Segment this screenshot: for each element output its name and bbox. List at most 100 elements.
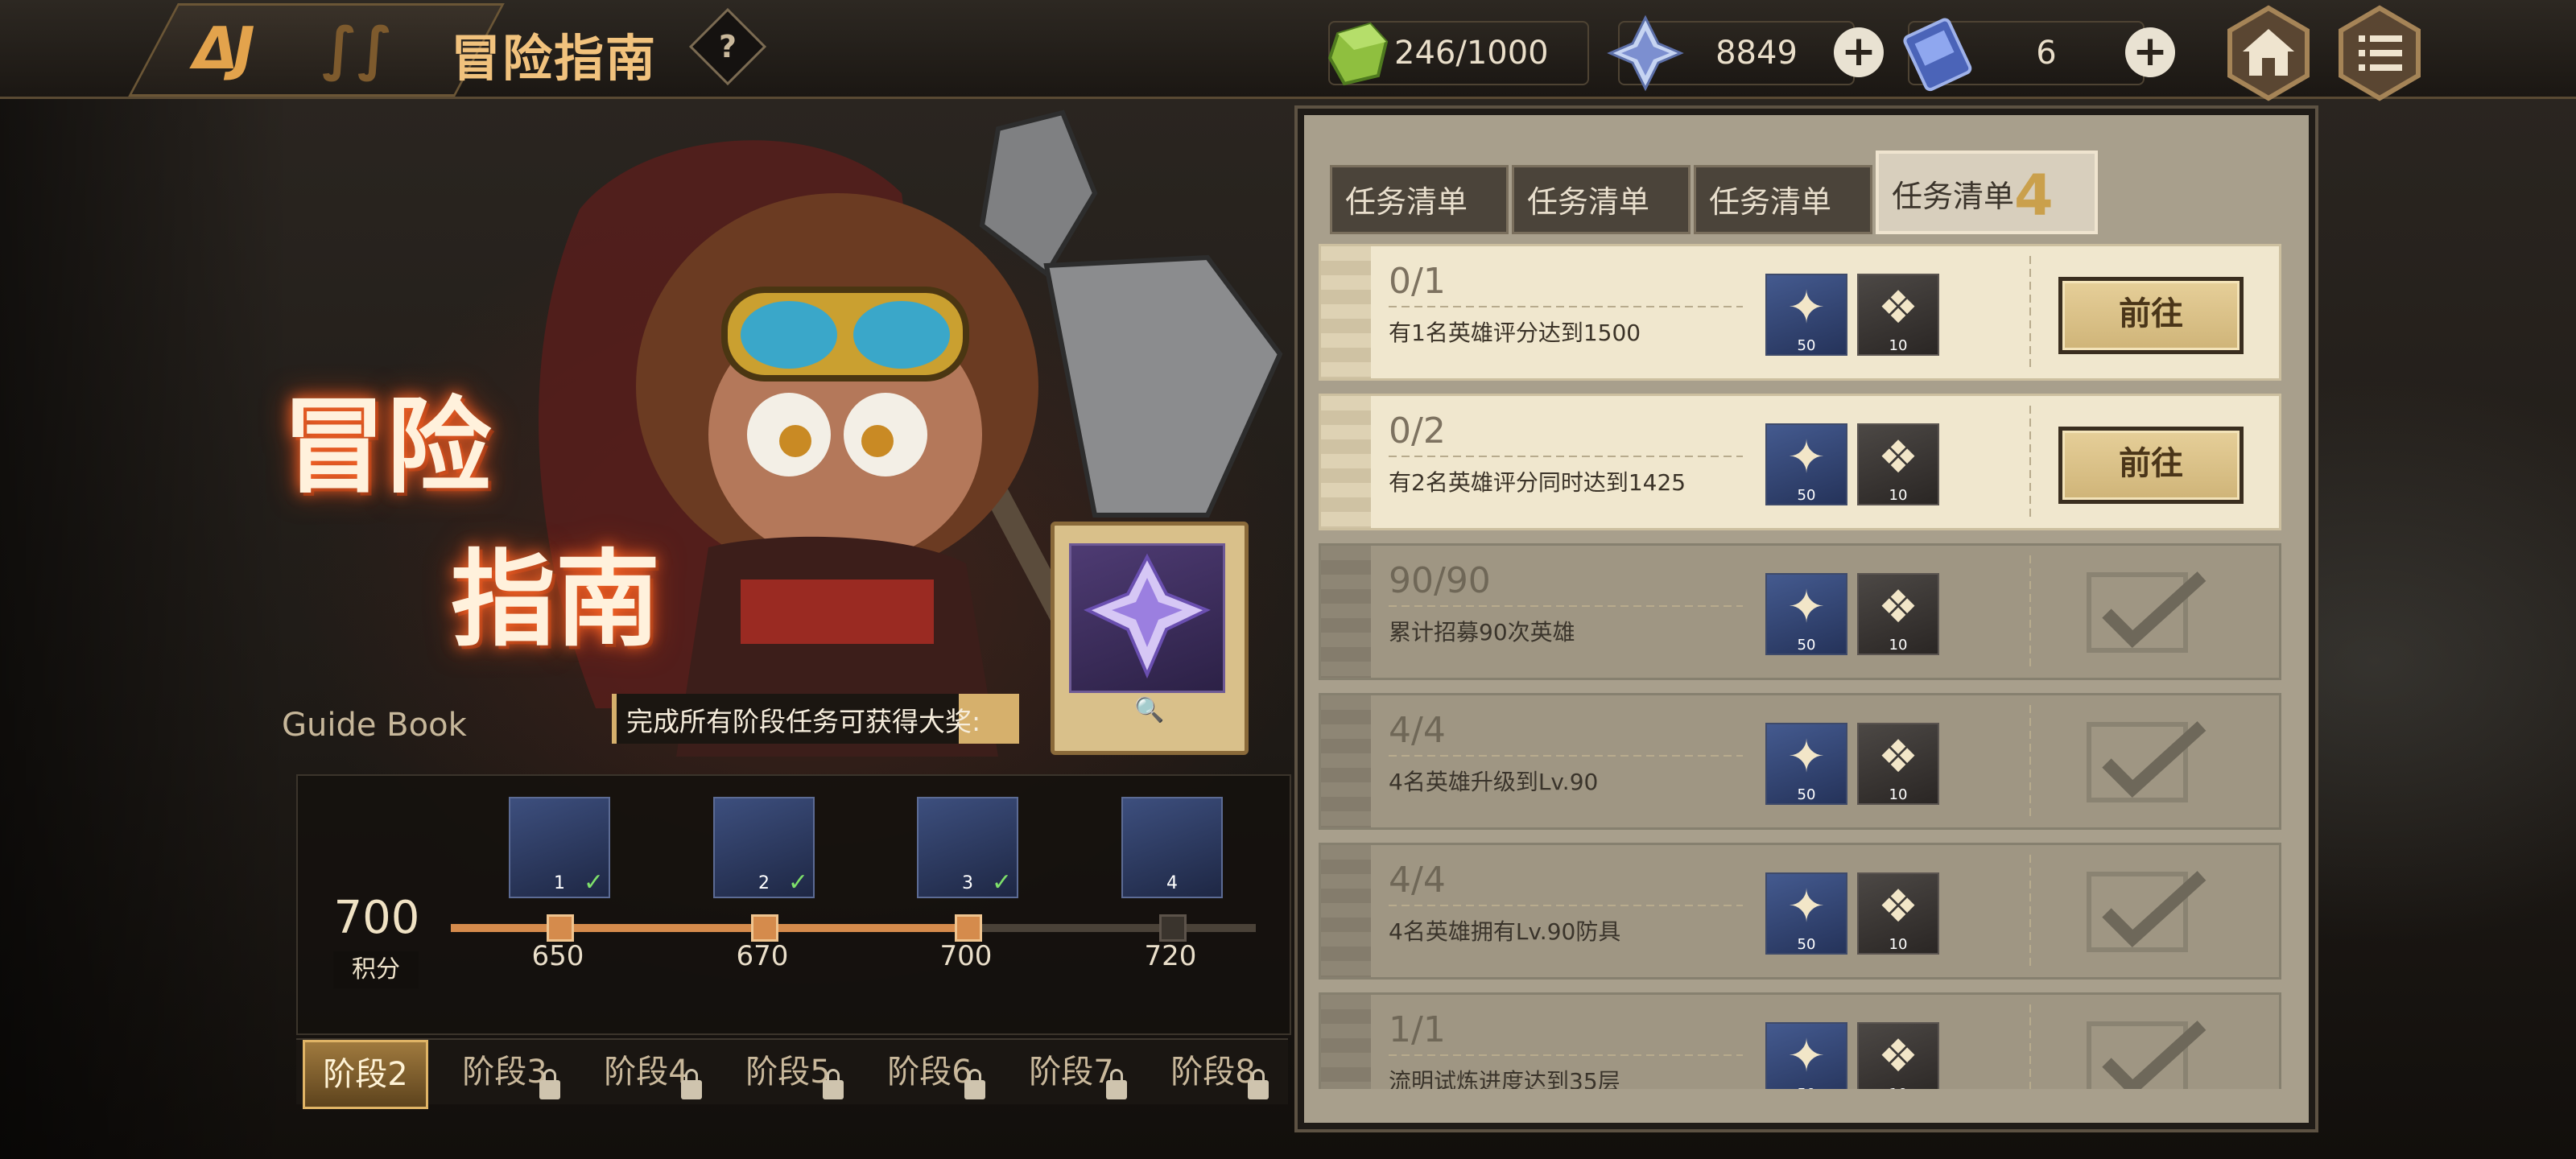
task-vertical-divider <box>2029 1004 2031 1089</box>
gift-reward[interactable]: ❖ 10 <box>1857 573 1939 655</box>
task-divider <box>1389 1054 1743 1056</box>
completed-check-icon <box>2087 1021 2207 1089</box>
stage-tab-6[interactable]: 阶段6 <box>869 1040 990 1104</box>
task-vertical-divider <box>2029 855 2031 967</box>
gift-reward[interactable]: ❖ 10 <box>1857 723 1939 805</box>
crystal-value: 8849 <box>1715 35 1798 72</box>
energy-cube-icon <box>1327 22 1389 86</box>
stage-tab-label: 阶段6 <box>887 1054 972 1091</box>
task-row: 1/1 流明试炼进度达到35层 ✦ 50 ❖ 10 <box>1319 992 2281 1089</box>
home-button[interactable] <box>2220 5 2317 101</box>
milestone-marker-2 <box>746 911 778 943</box>
crystal-reward[interactable]: ✦ 50 <box>1765 1022 1847 1089</box>
game-logo-emblem-icon: ∫∫ <box>322 14 393 82</box>
score-label: 积分 <box>333 951 419 988</box>
task-description: 4名英雄拥有Lv.90防具 <box>1389 918 1621 945</box>
gift-reward[interactable]: ❖ 10 <box>1857 423 1939 505</box>
task-row-stripe <box>1321 396 1371 528</box>
task-progress: 4/4 <box>1389 860 1446 901</box>
claimed-check-icon: ✓ <box>991 868 1012 897</box>
reward-quantity: 50 <box>1797 487 1816 504</box>
reward-quantity: 50 <box>1767 1086 1846 1089</box>
milestone-value-4: 720 <box>1144 940 1197 972</box>
reward-quantity: 10 <box>1889 637 1908 654</box>
reward-quantity: 50 <box>1797 936 1816 953</box>
menu-icon <box>2339 5 2421 101</box>
crystal-icon: ✦ <box>1787 731 1826 783</box>
milestone-knob <box>751 914 778 942</box>
ticket-icon <box>1903 18 1972 92</box>
page-title: 冒险指南 <box>451 29 658 88</box>
energy-resource: 246/1000 <box>1327 21 1589 86</box>
task-divider <box>1389 755 1743 757</box>
task-row-stripe <box>1321 845 1371 977</box>
task-tab-num: 4 <box>2014 163 2054 229</box>
task-row-stripe <box>1321 995 1371 1089</box>
crystal-reward[interactable]: ✦ 50 <box>1765 274 1847 356</box>
task-tab-1[interactable]: 任务清单1 <box>1330 165 1509 304</box>
goto-button[interactable]: 前往 <box>2058 427 2244 504</box>
completed-check-icon <box>2087 721 2207 802</box>
crystal-reward[interactable]: ✦ 50 <box>1765 723 1847 805</box>
score-value: 700 <box>333 892 420 944</box>
crystal-reward[interactable]: ✦ 50 <box>1765 573 1847 655</box>
task-vertical-divider <box>2029 555 2031 668</box>
lock-icon <box>539 1069 560 1099</box>
gift-reward[interactable]: ❖ 10 <box>1857 872 1939 955</box>
menu-button[interactable] <box>2331 5 2428 101</box>
purple-crystal-icon <box>1084 553 1211 679</box>
task-tab-2[interactable]: 任务清单2 <box>1512 165 1690 304</box>
task-tab-3[interactable]: 任务清单3 <box>1694 165 1872 304</box>
gift-reward[interactable]: ❖ 10 <box>1857 274 1939 356</box>
task-vertical-divider <box>2029 705 2031 818</box>
lock-icon <box>681 1069 702 1099</box>
reward-quantity: 10 <box>1889 936 1908 953</box>
crystal-reward[interactable]: ✦ 50 <box>1765 872 1847 955</box>
milestone-marker-1 <box>542 911 574 943</box>
stage-tab-8[interactable]: 阶段8 <box>1153 1040 1274 1104</box>
milestone-num: 4 <box>1166 873 1178 893</box>
milestone-marker-4 <box>1154 911 1187 943</box>
milestone-reward-1[interactable]: 1 ✓ <box>509 797 610 898</box>
milestone-value-1: 650 <box>531 940 584 972</box>
lock-icon <box>1248 1069 1269 1099</box>
task-divider <box>1389 905 1743 906</box>
goto-button[interactable]: 前往 <box>2058 277 2244 354</box>
stage-tab-2[interactable]: 阶段2 <box>303 1040 428 1109</box>
help-button[interactable]: ? <box>688 7 767 86</box>
ticket-plus-button[interactable]: + <box>2125 27 2175 77</box>
task-vertical-divider <box>2029 256 2031 369</box>
task-description: 有2名英雄评分同时达到1425 <box>1389 469 1686 496</box>
stage-tab-4[interactable]: 阶段4 <box>586 1040 707 1104</box>
stage-tab-3[interactable]: 阶段3 <box>444 1040 565 1104</box>
crystal-reward[interactable]: ✦ 50 <box>1765 423 1847 505</box>
crystal-plus-button[interactable]: + <box>1834 27 1884 77</box>
task-row: 90/90 累计招募90次英雄 ✦ 50 ❖ 10 <box>1319 543 2281 680</box>
task-tab-label: 任务清单 <box>1892 179 2015 214</box>
task-tab-label: 任务清单 <box>1345 184 1468 220</box>
claimed-check-icon: ✓ <box>787 868 808 897</box>
grand-prize-card[interactable]: 🔍 <box>1051 522 1249 755</box>
hero-title-line1: 冒险 <box>282 386 492 508</box>
energy-value: 246/1000 <box>1394 35 1549 72</box>
task-vertical-divider <box>2029 406 2031 518</box>
lock-icon <box>823 1069 844 1099</box>
reward-quantity: 10 <box>1889 337 1908 354</box>
milestone-reward-4[interactable]: 4 <box>1121 797 1223 898</box>
grand-prize-text: 完成所有阶段任务可获得大奖: <box>626 706 981 737</box>
stage-tab-7[interactable]: 阶段7 <box>1011 1040 1132 1104</box>
task-row-stripe <box>1321 546 1371 678</box>
reward-quantity: 10 <box>1889 487 1908 504</box>
task-tab-4[interactable]: 任务清单4 <box>1876 151 2098 234</box>
milestone-reward-2[interactable]: 2 ✓ <box>713 797 815 898</box>
milestone-value-3: 700 <box>939 940 993 972</box>
crystal-icon: ✦ <box>1787 881 1826 933</box>
progress-fill <box>451 924 971 932</box>
milestone-reward-3[interactable]: 3 ✓ <box>917 797 1018 898</box>
stage-tab-5[interactable]: 阶段5 <box>728 1040 848 1104</box>
task-row: 4/4 4名英雄升级到Lv.90 ✦ 50 ❖ 10 <box>1319 693 2281 830</box>
gift-reward[interactable]: ❖ 10 <box>1857 1022 1939 1089</box>
gift-bag-icon: ❖ <box>1877 881 1919 933</box>
grand-prize-banner: 完成所有阶段任务可获得大奖: <box>612 694 1019 744</box>
home-icon <box>2227 5 2310 101</box>
